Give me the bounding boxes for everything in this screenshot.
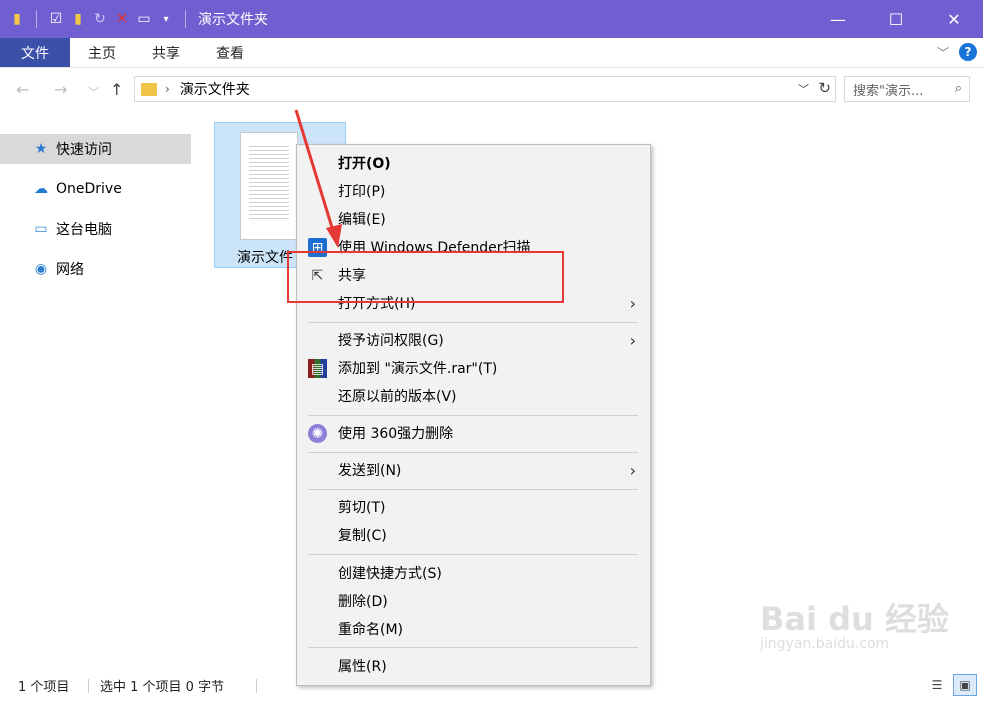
cloud-icon: ☁ (34, 181, 48, 197)
selection-info: 选中 1 个项目 0 字节 (100, 680, 225, 695)
menu-item-restore-versions[interactable]: 还原以前的版本(V) (297, 382, 650, 410)
sidebar-item-this-pc[interactable]: ▭ 这台电脑 (0, 214, 191, 244)
window-title: 演示文件夹 (198, 12, 268, 28)
title-bar: ▮ ☑ ▮ ↻ ✕ ▭ ▾ 演示文件夹 — ☐ ✕ (0, 0, 983, 38)
search-placeholder: 搜索"演示... (853, 83, 924, 99)
sidebar-item-network[interactable]: ◉ 网络 (0, 254, 191, 284)
recent-dropdown-icon[interactable]: ﹀ (88, 84, 99, 100)
address-dropdown-icon[interactable]: ﹀ (798, 81, 809, 97)
folder-icon (141, 82, 157, 96)
menu-item-cut[interactable]: 剪切(T) (297, 493, 650, 521)
menu-item-copy[interactable]: 复制(C) (297, 521, 650, 549)
menu-item-add-to-rar[interactable]: ▤ 添加到 "演示文件.rar"(T) (297, 354, 650, 382)
tab-share[interactable]: 共享 (134, 38, 198, 67)
tab-file[interactable]: 文件 (0, 38, 70, 67)
navigation-pane: ★ 快速访问 ☁ OneDrive ▭ 这台电脑 ◉ 网络 (0, 114, 196, 670)
item-count: 1 个项目 (18, 680, 70, 695)
large-icons-view-icon[interactable]: ▣ (953, 674, 977, 696)
highlight-annotation-box (287, 251, 564, 303)
view-toggle: ☰ ▣ (925, 674, 977, 696)
winrar-icon: ▤ (308, 359, 327, 378)
details-view-icon[interactable]: ☰ (925, 674, 949, 696)
sidebar-item-quick-access[interactable]: ★ 快速访问 (0, 134, 191, 164)
help-icon[interactable]: ? (959, 43, 977, 61)
breadcrumb-current[interactable]: 演示文件夹 (180, 79, 250, 99)
minimize-button[interactable]: — (809, 0, 867, 38)
breadcrumb-chevron-icon[interactable]: › (165, 82, 170, 96)
annotation-arrow (294, 109, 342, 248)
menu-separator (308, 322, 638, 323)
sidebar-item-onedrive[interactable]: ☁ OneDrive (0, 174, 191, 204)
sidebar-item-label: 快速访问 (56, 142, 112, 158)
new-folder-icon[interactable]: ▮ (69, 10, 87, 28)
ribbon-right: ﹀ ? (937, 43, 977, 61)
undo-icon[interactable]: ↻ (91, 10, 109, 28)
network-icon: ◉ (34, 261, 48, 277)
baidu-watermark: Bai du 经验 (760, 600, 949, 638)
menu-separator (308, 647, 638, 648)
refresh-icon[interactable]: ↻ (818, 79, 831, 97)
search-input[interactable]: 搜索"演示... ⌕ (844, 76, 970, 102)
ribbon-tabs: 文件 主页 共享 查看 ﹀ ? (0, 38, 983, 68)
customize-dropdown-icon[interactable]: ▾ (157, 10, 175, 28)
quick-access-toolbar: ▮ ☑ ▮ ↻ ✕ ▭ ▾ (0, 10, 192, 28)
toolbar-divider (185, 10, 186, 28)
status-divider (256, 679, 257, 693)
close-button[interactable]: ✕ (925, 0, 983, 38)
expand-ribbon-icon[interactable]: ﹀ (937, 44, 949, 61)
menu-item-send-to[interactable]: 发送到(N) › (297, 456, 650, 484)
menu-item-grant-access[interactable]: 授予访问权限(G) › (297, 326, 650, 354)
menu-item-delete[interactable]: 删除(D) (297, 587, 650, 615)
sidebar-item-label: OneDrive (56, 181, 122, 197)
up-arrow-icon[interactable]: ↑ (110, 80, 123, 99)
menu-item-360-force-delete[interactable]: ✺ 使用 360强力删除 (297, 419, 650, 447)
360-shredder-icon: ✺ (308, 424, 327, 443)
file-name: 演示文件 (237, 250, 293, 266)
menu-separator (308, 452, 638, 453)
menu-item-rename[interactable]: 重命名(M) (297, 615, 650, 643)
tab-view[interactable]: 查看 (198, 38, 262, 67)
sidebar-item-label: 网络 (56, 262, 84, 278)
submenu-arrow-icon: › (629, 460, 636, 480)
menu-separator (308, 415, 638, 416)
rename-icon[interactable]: ▭ (135, 10, 153, 28)
properties-icon[interactable]: ☑ (47, 10, 65, 28)
navigation-bar: ← → ﹀ ↑ › 演示文件夹 ﹀ ↻ 搜索"演示... ⌕ (0, 68, 983, 114)
tab-home[interactable]: 主页 (70, 38, 134, 67)
menu-separator (308, 489, 638, 490)
search-icon: ⌕ (954, 81, 962, 96)
menu-item-create-shortcut[interactable]: 创建快捷方式(S) (297, 559, 650, 587)
sidebar-item-label: 这台电脑 (56, 222, 112, 238)
status-bar: 1 个项目 选中 1 个项目 0 字节 ☰ ▣ (0, 670, 983, 701)
back-arrow-icon[interactable]: ← (16, 80, 29, 99)
delete-icon[interactable]: ✕ (113, 10, 131, 28)
submenu-arrow-icon: › (629, 293, 636, 313)
submenu-arrow-icon: › (629, 330, 636, 350)
star-icon: ★ (34, 141, 48, 157)
address-bar[interactable]: › 演示文件夹 ﹀ ↻ (134, 76, 836, 102)
folder-icon: ▮ (13, 11, 21, 27)
computer-icon: ▭ (34, 221, 48, 237)
toolbar-divider (36, 10, 37, 28)
forward-arrow-icon[interactable]: → (54, 80, 67, 99)
window-controls: — ☐ ✕ (809, 0, 983, 38)
maximize-button[interactable]: ☐ (867, 0, 925, 38)
status-divider (88, 679, 89, 693)
menu-separator (308, 554, 638, 555)
baidu-watermark-url: jingyan.baidu.com (760, 636, 890, 652)
